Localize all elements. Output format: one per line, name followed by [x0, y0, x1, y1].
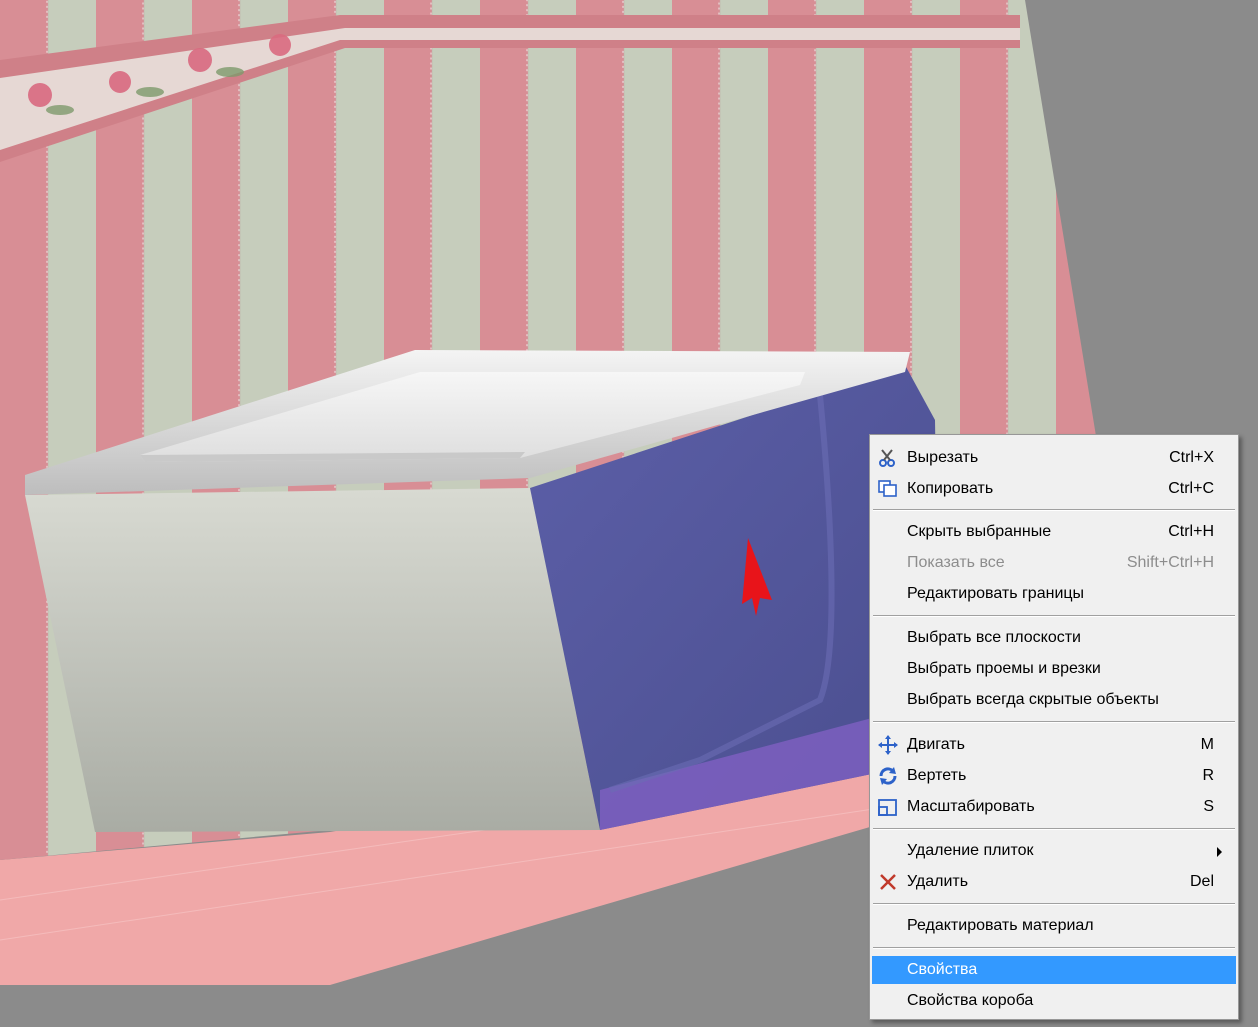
delete-x-icon — [877, 872, 899, 892]
menu-item-show-all: Показать все Shift+Ctrl+H — [907, 554, 1214, 571]
menu-item-select-hidden-objects[interactable]: Выбрать всегда скрытые объекты — [872, 686, 1236, 714]
rotate-icon — [877, 766, 899, 786]
context-menu: Вырезать Ctrl+X Копировать Ctrl+C Скрыть… — [869, 434, 1239, 1020]
menu-separator — [873, 947, 1235, 949]
menu-separator — [873, 615, 1235, 617]
menu-item-edit-material[interactable]: Редактировать материал — [872, 912, 1236, 940]
menu-item-box-properties[interactable]: Свойства короба — [872, 987, 1236, 1015]
menu-item-cut[interactable]: Вырезать Ctrl+X — [872, 444, 1236, 472]
menu-item-copy[interactable]: Копировать Ctrl+C — [872, 475, 1236, 503]
bathtub-front-panel — [25, 488, 600, 832]
submenu-arrow-icon — [1217, 847, 1222, 857]
scale-icon — [877, 797, 899, 817]
menu-item-select-all-planes[interactable]: Выбрать все плоскости — [872, 624, 1236, 652]
menu-item-hide-selected[interactable]: Скрыть выбранные Ctrl+H — [872, 518, 1236, 546]
move-arrows-icon — [877, 735, 899, 755]
scissors-icon — [877, 448, 899, 468]
menu-separator — [873, 903, 1235, 905]
menu-item-select-openings[interactable]: Выбрать проемы и врезки — [872, 655, 1236, 683]
menu-item-move[interactable]: Двигать M — [872, 731, 1236, 759]
copy-icon — [877, 479, 899, 499]
menu-item-delete[interactable]: Удалить Del — [872, 868, 1236, 896]
menu-separator — [873, 509, 1235, 511]
menu-item-rotate[interactable]: Вертеть R — [872, 762, 1236, 790]
menu-item-edit-borders[interactable]: Редактировать границы — [872, 580, 1236, 608]
menu-separator — [873, 828, 1235, 830]
menu-separator — [873, 721, 1235, 723]
menu-item-scale[interactable]: Масштабировать S — [872, 793, 1236, 821]
menu-item-delete-tiles[interactable]: Удаление плиток — [872, 837, 1236, 865]
menu-item-properties[interactable]: Свойства — [872, 956, 1236, 984]
